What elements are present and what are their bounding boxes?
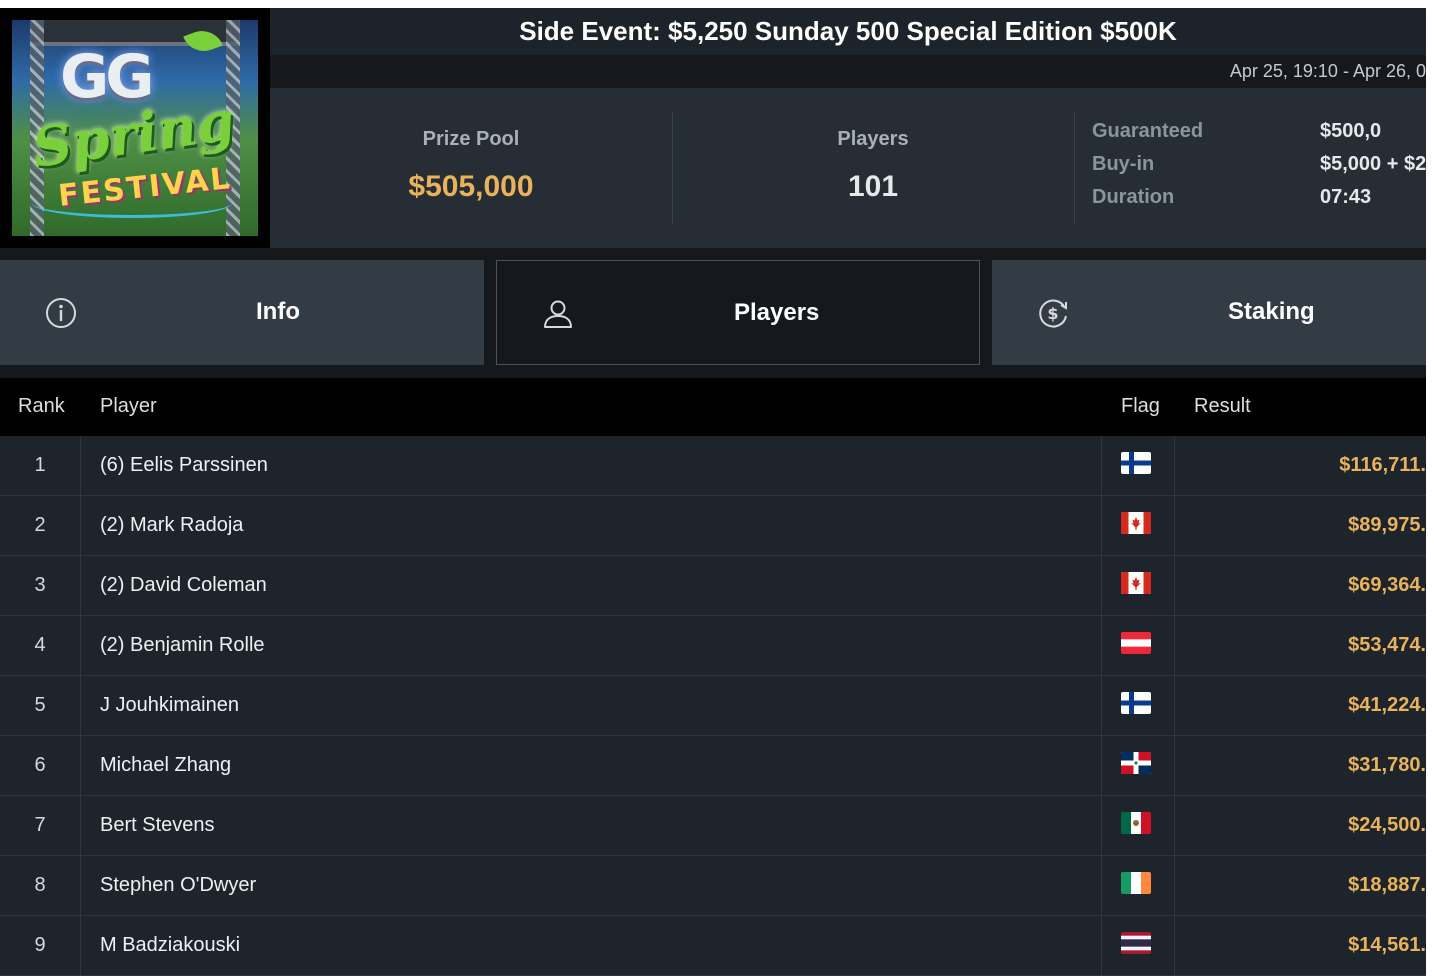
rank-cell: 1 xyxy=(0,436,81,495)
mexico-flag xyxy=(1121,812,1151,834)
detail-row-buy-in: Buy-in $5,000 + $2 xyxy=(1092,153,1426,183)
player-name[interactable]: (2) Mark Radoja xyxy=(100,514,243,537)
ireland-flag xyxy=(1121,872,1151,894)
tab-staking-label: Staking xyxy=(1228,298,1315,325)
rank-cell: 4 xyxy=(0,616,81,675)
detail-value: 07:43 xyxy=(1320,186,1372,208)
rank-cell: 9 xyxy=(0,916,81,975)
flag-cell xyxy=(1101,856,1175,915)
event-logo: GG Spring FESTIVAL xyxy=(0,8,270,248)
result-amount: $14,561. xyxy=(1348,934,1426,956)
result-amount: $69,364. xyxy=(1348,574,1426,596)
rank-cell: 5 xyxy=(0,676,81,735)
column-header-flag[interactable]: Flag xyxy=(1121,395,1160,418)
flag-cell xyxy=(1101,916,1175,975)
column-header-rank[interactable]: Rank xyxy=(18,395,65,418)
prize-pool-value: $505,000 xyxy=(408,170,534,203)
results-table-body: 1 (6) Eelis Parssinen $116,711. 2 (2) Mark R… xyxy=(0,436,1426,976)
austria-flag xyxy=(1121,632,1151,654)
rank-cell: 7 xyxy=(0,796,81,855)
player-name[interactable]: (2) Benjamin Rolle xyxy=(100,634,265,657)
table-row[interactable]: 9 M Badziakouski $14,561. xyxy=(0,916,1426,976)
stats-divider xyxy=(1074,112,1075,224)
detail-value: $5,000 + $2 xyxy=(1320,153,1426,175)
tournament-page: GG Spring FESTIVAL Side Event: $5,250 Su… xyxy=(0,0,1426,976)
result-amount: $18,887. xyxy=(1348,874,1426,896)
title-bar: Side Event: $5,250 Sunday 500 Special Ed… xyxy=(270,8,1426,55)
event-date-range: Apr 25, 19:10 - Apr 26, 0 xyxy=(1229,61,1426,81)
column-header-result[interactable]: Result xyxy=(1194,395,1251,418)
rank-cell: 3 xyxy=(0,556,81,615)
rank-cell: 8 xyxy=(0,856,81,915)
stats-panel: Prize Pool $505,000 Players 101 Guarante… xyxy=(270,88,1426,248)
info-icon xyxy=(46,298,76,328)
result-amount: $89,975. xyxy=(1348,514,1426,536)
rank-cell: 6 xyxy=(0,736,81,795)
players-stat: Players 101 xyxy=(672,88,1074,248)
result-amount: $31,780. xyxy=(1348,754,1426,776)
player-name[interactable]: M Badziakouski xyxy=(100,934,240,957)
tab-staking[interactable]: $ Staking xyxy=(992,260,1426,365)
page-title: Side Event: $5,250 Sunday 500 Special Ed… xyxy=(519,16,1177,46)
result-amount: $53,474. xyxy=(1348,634,1426,656)
table-row[interactable]: 1 (6) Eelis Parssinen $116,711. xyxy=(0,436,1426,496)
detail-value: $500,0 xyxy=(1320,120,1382,142)
player-name[interactable]: Stephen O'Dwyer xyxy=(100,874,256,897)
flag-cell xyxy=(1101,496,1175,555)
tab-players[interactable]: Players xyxy=(496,260,980,365)
table-row[interactable]: 3 (2) David Coleman $69,364. xyxy=(0,556,1426,616)
table-row[interactable]: 2 (2) Mark Radoja $89,975. xyxy=(0,496,1426,556)
result-amount: $24,500. xyxy=(1348,814,1426,836)
tab-bar: Info Players $ Staking xyxy=(0,260,1426,365)
tab-info[interactable]: Info xyxy=(0,260,484,365)
detail-row-duration: Duration 07:43 xyxy=(1092,186,1426,216)
date-bar: Apr 25, 19:10 - Apr 26, 0 xyxy=(270,55,1426,88)
flag-cell xyxy=(1101,676,1175,735)
players-label: Players xyxy=(837,128,909,150)
player-name[interactable]: Michael Zhang xyxy=(100,754,231,777)
prize-pool-label: Prize Pool xyxy=(422,128,520,150)
top-band xyxy=(0,0,1426,8)
thailand-flag xyxy=(1121,932,1151,954)
detail-label: Buy-in xyxy=(1092,153,1155,175)
table-row[interactable]: 5 J Jouhkimainen $41,224. xyxy=(0,676,1426,736)
detail-label: Guaranteed xyxy=(1092,120,1204,142)
table-row[interactable]: 7 Bert Stevens $24,500. xyxy=(0,796,1426,856)
dollar-cycle-icon: $ xyxy=(1039,299,1067,328)
player-name[interactable]: Bert Stevens xyxy=(100,814,215,837)
finland-flag xyxy=(1121,692,1151,714)
table-row[interactable]: 8 Stephen O'Dwyer $18,887. xyxy=(0,856,1426,916)
results-table-header: Rank Player Flag Result xyxy=(0,378,1426,436)
rank-cell: 2 xyxy=(0,496,81,555)
detail-row-guaranteed: Guaranteed $500,0 xyxy=(1092,120,1426,150)
canada-flag xyxy=(1121,512,1151,534)
prize-pool-stat: Prize Pool $505,000 xyxy=(270,88,672,248)
column-header-player[interactable]: Player xyxy=(100,395,157,418)
gg-spring-festival-logo: GG Spring FESTIVAL xyxy=(12,20,258,236)
result-amount: $116,711. xyxy=(1339,454,1426,476)
dominican-republic-flag xyxy=(1121,752,1151,774)
player-name[interactable]: J Jouhkimainen xyxy=(100,694,239,717)
user-icon xyxy=(544,300,572,328)
tab-players-label: Players xyxy=(734,299,820,326)
finland-flag xyxy=(1121,452,1151,474)
tab-info-label: Info xyxy=(256,298,300,325)
players-count: 101 xyxy=(847,170,899,203)
table-row[interactable]: 6 Michael Zhang $31,780. xyxy=(0,736,1426,796)
svg-text:$: $ xyxy=(1047,304,1058,323)
flag-cell xyxy=(1101,616,1175,675)
player-name[interactable]: (6) Eelis Parssinen xyxy=(100,454,268,477)
flag-cell xyxy=(1101,796,1175,855)
flag-cell xyxy=(1101,436,1175,495)
right-edge xyxy=(1426,0,1434,976)
table-row[interactable]: 4 (2) Benjamin Rolle $53,474. xyxy=(0,616,1426,676)
detail-label: Duration xyxy=(1092,186,1175,208)
player-name[interactable]: (2) David Coleman xyxy=(100,574,267,597)
flag-cell xyxy=(1101,556,1175,615)
canada-flag xyxy=(1121,572,1151,594)
flag-cell xyxy=(1101,736,1175,795)
result-amount: $41,224. xyxy=(1348,694,1426,716)
